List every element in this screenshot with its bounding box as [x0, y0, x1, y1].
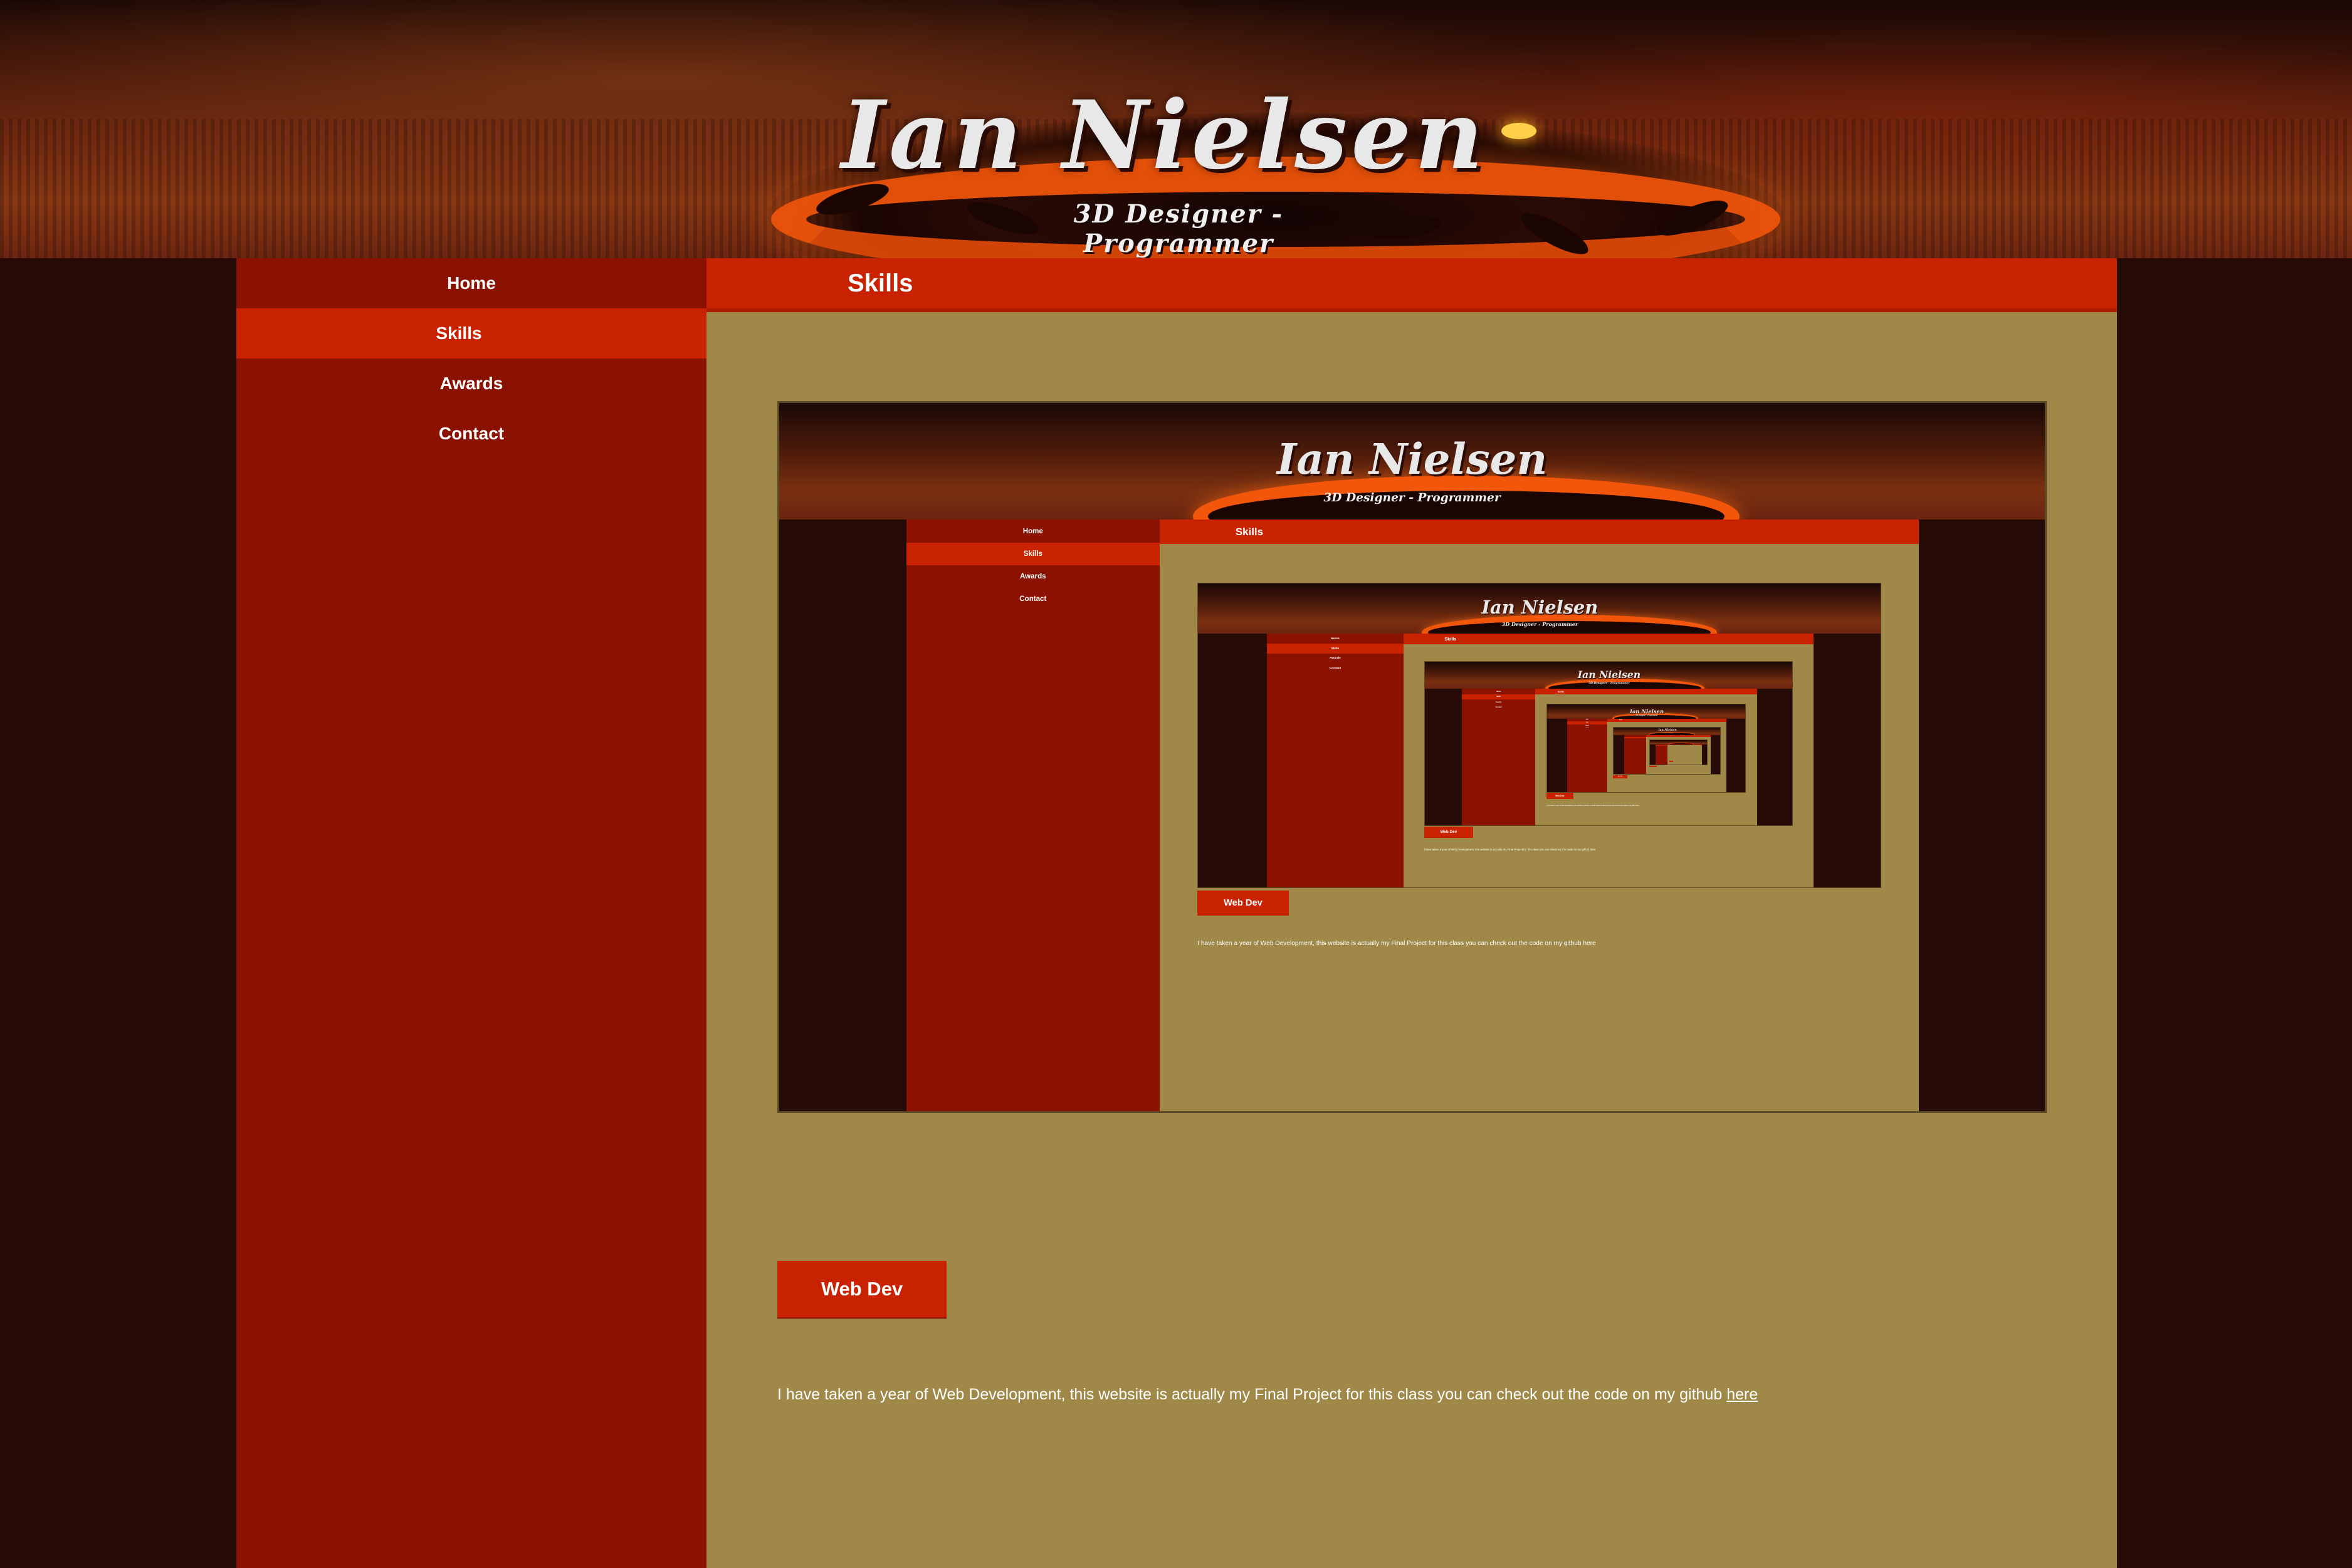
preview-main — [1646, 735, 1711, 775]
skill-description-text: I have taken a year of Web Development, … — [777, 1386, 1723, 1403]
nav-item-label: Awards — [439, 374, 503, 393]
left-margin — [0, 258, 236, 1568]
preview-nav-item: Skills — [1266, 643, 1404, 654]
preview-main: Skills Ian Nielsen 3D Designer - Programme… — [1159, 520, 1919, 1111]
preview-site-title: Ian Nielsen — [1658, 729, 1677, 733]
preview-site-title: Ian Nielsen — [1276, 434, 1548, 484]
preview-sidebar — [1624, 735, 1646, 775]
preview-page-level-1: Ian Nielsen 3D Designer - Programmer Home S… — [779, 403, 2045, 1111]
preview-section-header: Skills — [1607, 718, 1727, 722]
preview-nav-item: Contact — [1461, 704, 1536, 710]
preview-web-dev-button: Web Dev — [1424, 827, 1474, 838]
preview-site-title: Ian Nielsen — [1481, 597, 1599, 619]
sidebar-nav: Home Skills Awards Contact — [236, 258, 706, 1568]
preview-section-header: Skills — [1159, 520, 1919, 544]
preview-banner: Ian Nielsen 3D Designer - Programmer — [1198, 583, 1881, 634]
preview-site-subtitle: 3D Designer - Programmer — [1501, 621, 1578, 628]
preview-nav-item: Contact — [1567, 727, 1607, 731]
preview-nested-frame: Ian Nielsen 3D Designer - Programmer Home S… — [1197, 583, 1881, 889]
preview-section-header — [1646, 735, 1711, 737]
preview-nav-item — [1656, 746, 1667, 748]
preview-site-title: Ian Nielsen — [1577, 668, 1641, 681]
header-banner: Ian Nielsen 3D Designer - Programmer — [0, 0, 2352, 258]
preview-page-level-5: Ian Nielsen 3D Designer - Programmer — [1614, 727, 1720, 775]
preview-main: Skills Ian Nielsen 3D Designer - Programme… — [1607, 718, 1727, 792]
site-title: Ian Nielsen — [841, 80, 1488, 191]
preview-section-header: Skills — [1403, 634, 1814, 644]
preview-web-dev-button: Web Dev — [1197, 890, 1289, 916]
preview-nested-frame: Ian Nielsen 3D Designer - Programmer — [1613, 726, 1721, 775]
preview-nested-frame: Ian Nielsen 3D Designer - Programmer Home S… — [1546, 703, 1746, 793]
preview-page-level-3: Ian Nielsen 3D Designer - Programmer Home S… — [1424, 661, 1793, 825]
preview-banner — [1649, 740, 1707, 745]
nav-item-label: Contact — [438, 424, 505, 443]
preview-web-dev-button: Web Dev — [1613, 775, 1628, 778]
skill-preview-screenshot: Ian Nielsen 3D Designer - Programmer Home S… — [777, 401, 2047, 1113]
preview-site-title: Ian Nielsen — [1630, 708, 1664, 714]
preview-description: I have taken a year of Web Development, … — [1613, 781, 1663, 782]
preview-sidebar: Home Skills Awards Contact — [1266, 634, 1404, 888]
preview-site-subtitle: 3D Designer - Programmer — [1661, 733, 1674, 734]
preview-nav-item — [1624, 740, 1646, 742]
nav-item-label: Skills — [436, 323, 482, 343]
preview-site-subtitle: 3D Designer - Programmer — [1635, 714, 1658, 717]
preview-sidebar: Home Skills Awards Contact — [906, 520, 1160, 1111]
preview-banner: Ian Nielsen 3D Designer - Programmer — [1547, 704, 1746, 719]
preview-nav-item: Awards — [1266, 653, 1404, 664]
preview-nav-item: Home — [1461, 689, 1536, 694]
nav-item-home[interactable]: Home — [236, 258, 706, 308]
preview-page-level-2: Ian Nielsen 3D Designer - Programmer Home S… — [1198, 583, 1881, 888]
preview-web-dev-button: Web Dev — [1546, 793, 1573, 799]
page: Ian Nielsen 3D Designer - Programmer Hom… — [0, 0, 2352, 1568]
preview-nested-frame: Ian Nielsen 3D Designer - Programmer Home S… — [1424, 661, 1793, 826]
preview-nav-item: Home — [1266, 634, 1404, 644]
preview-banner: Ian Nielsen 3D Designer - Programmer — [1424, 661, 1793, 689]
site-subtitle: 3D Designer - Programmer — [1073, 199, 1284, 258]
preview-nav-item: Home — [906, 520, 1160, 543]
preview-nav-item: Skills — [1461, 694, 1536, 699]
web-dev-button[interactable]: Web Dev — [777, 1261, 947, 1317]
skill-description: I have taken a year of Web Development, … — [777, 1383, 2094, 1406]
right-margin — [2117, 258, 2352, 1568]
preview-nav-item: Awards — [1461, 699, 1536, 705]
preview-description: I have taken a year of Web Development, … — [1424, 848, 1596, 852]
preview-web-dev-button — [1649, 765, 1657, 768]
preview-description: I have taken a year of Web Development, … — [1546, 804, 1639, 807]
section-header: Skills — [706, 258, 2117, 312]
preview-banner: Ian Nielsen 3D Designer - Programmer — [1614, 727, 1720, 736]
nav-item-awards[interactable]: Awards — [236, 358, 706, 409]
preview-main: Skills Ian Nielsen 3D Designer - Programme… — [1535, 689, 1757, 825]
preview-nested-frame — [1649, 740, 1708, 766]
preview-nav-item: Contact — [906, 587, 1160, 611]
preview-sidebar — [1656, 744, 1667, 765]
nav-item-label: Home — [447, 273, 496, 293]
preview-main: Skills Ian Nielsen 3D Designer - Programme… — [1403, 634, 1814, 888]
nav-item-contact[interactable]: Contact — [236, 409, 706, 459]
preview-section-header: Skills — [1535, 689, 1757, 695]
preview-site-subtitle: 3D Designer - Programmer — [1323, 490, 1501, 504]
preview-page-level-6 — [1649, 740, 1707, 765]
preview-nav-item: Contact — [1266, 663, 1404, 673]
preview-nav-item: Skills — [906, 542, 1160, 565]
preview-main — [1667, 744, 1703, 765]
github-link[interactable]: here — [1726, 1386, 1758, 1403]
preview-sidebar: Home Skills Awards Contact — [1567, 718, 1607, 792]
preview-nav-item: Awards — [906, 565, 1160, 588]
nav-item-skills[interactable]: Skills — [236, 308, 706, 358]
main-content: Skills Ian Nielsen 3D Designer - Programm… — [706, 258, 2117, 1568]
preview-site-subtitle: 3D Designer - Programmer — [1588, 681, 1630, 685]
preview-banner: Ian Nielsen 3D Designer - Programmer — [779, 403, 2045, 520]
section-title: Skills — [848, 269, 913, 297]
preview-sidebar: Home Skills Awards Contact — [1461, 689, 1536, 825]
preview-description: I have taken a year of Web Development, … — [1197, 939, 1596, 947]
preview-page-level-4: Ian Nielsen 3D Designer - Programmer Home S… — [1547, 704, 1746, 792]
